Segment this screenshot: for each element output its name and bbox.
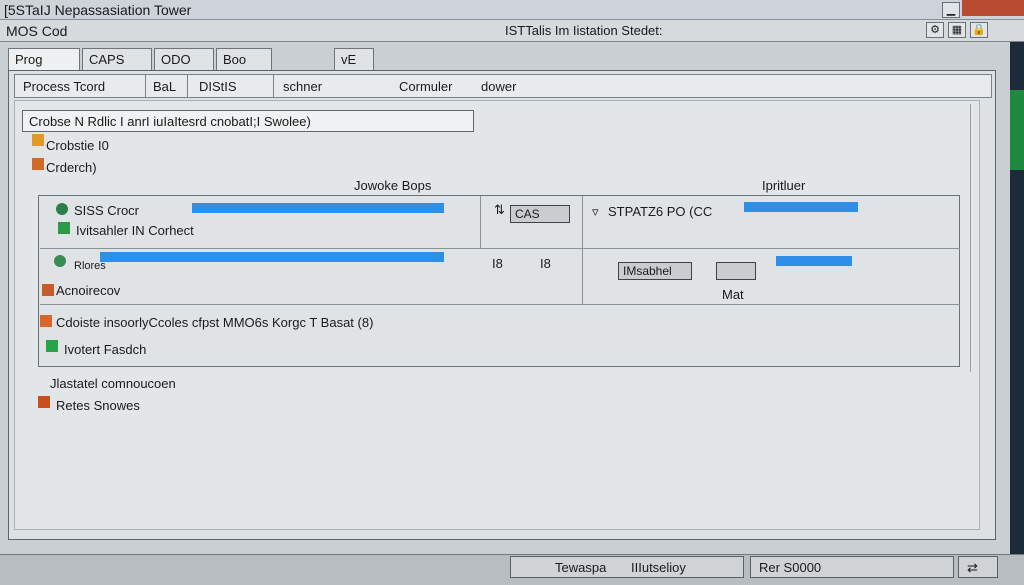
menu-app-label[interactable]: MOS Cod xyxy=(6,23,67,39)
divider xyxy=(40,248,960,249)
status-text: Tewaspa xyxy=(555,560,607,575)
row-label[interactable]: SISS Crocr xyxy=(74,203,139,218)
arrow-icon: ⇅ xyxy=(494,202,505,217)
details-group xyxy=(38,195,960,367)
close-strip[interactable] xyxy=(962,0,1024,16)
side-indicator xyxy=(1010,90,1024,170)
sub-toolbar: Process Tcord BaL DIStIS schner Cormuler… xyxy=(14,74,992,98)
folder-icon xyxy=(32,158,44,170)
subbar-item[interactable]: dower xyxy=(481,79,516,94)
scrollbar[interactable] xyxy=(970,104,978,372)
column-header: Ipritluer xyxy=(762,178,806,193)
warning-icon xyxy=(58,222,70,234)
path-input-value: Crobse N Rdlic I anrI iuIaItesrd cnobatI… xyxy=(29,114,311,129)
title-bar: [5STaIJ Nepassasiation Tower xyxy=(0,0,1024,20)
globe-icon xyxy=(56,203,68,215)
gear-icon[interactable]: ⚙ xyxy=(926,22,944,38)
tab-prog[interactable]: Prog xyxy=(8,48,80,70)
folder-icon xyxy=(38,396,50,408)
row-label[interactable]: Retes Snowes xyxy=(56,398,140,413)
tab-odo[interactable]: ODO xyxy=(154,48,214,70)
tab-label: Boo xyxy=(223,52,247,67)
progress-bar xyxy=(776,256,852,266)
subbar-item[interactable]: schner xyxy=(283,79,322,94)
row-label[interactable]: Jlastatel comnoucoen xyxy=(50,376,176,391)
progress-bar xyxy=(100,252,444,262)
tab-boo[interactable]: Boo xyxy=(216,48,272,70)
value-box[interactable]: CAS xyxy=(510,205,570,223)
row-mark: I8 xyxy=(540,256,551,271)
right-label: STPATZ6 PO (CC xyxy=(608,204,713,219)
value-box[interactable] xyxy=(716,262,756,280)
divider xyxy=(40,304,960,305)
globe-icon xyxy=(54,255,66,267)
chevron-down-icon[interactable]: ▿ xyxy=(592,204,599,220)
status-text: IIIutselioy xyxy=(631,560,686,575)
arrow-icon[interactable]: ⇄ xyxy=(958,556,998,578)
divider xyxy=(480,196,481,248)
divider xyxy=(273,75,274,97)
subbar-item[interactable]: DIStIS xyxy=(199,79,237,94)
row-label[interactable]: Ivitsahler IN Corhect xyxy=(76,223,194,238)
subbar-item[interactable]: Cormuler xyxy=(399,79,452,94)
row-label[interactable]: Cdoiste insoorlyCcoles cfpst MMO6s Korgc… xyxy=(56,315,373,330)
divider xyxy=(145,75,146,97)
subbar-item[interactable]: BaL xyxy=(153,79,176,94)
lock-icon[interactable]: 🔒 xyxy=(970,22,988,38)
subbar-item[interactable]: Process Tcord xyxy=(23,79,105,94)
item-label[interactable]: Crderch) xyxy=(46,160,97,175)
box-caption: Mat xyxy=(722,287,744,302)
tab-label: ODO xyxy=(161,52,191,67)
item-label[interactable]: Crobstie I0 xyxy=(46,138,109,153)
menu-bar: MOS Cod ISTTalis Im Iistation Stedet: ⚙ … xyxy=(0,20,1024,42)
minimize-button[interactable]: ▁ xyxy=(942,2,960,18)
tab-ve[interactable]: vE xyxy=(334,48,374,70)
window-title: [5STaIJ Nepassasiation Tower xyxy=(4,2,192,18)
column-header: Jowoke Bops xyxy=(354,178,432,193)
folder-icon xyxy=(32,134,44,146)
progress-bar xyxy=(744,202,858,212)
tab-label: Prog xyxy=(15,52,43,67)
folder-icon xyxy=(42,284,54,296)
value-box[interactable]: IMsabhel xyxy=(618,262,692,280)
path-input[interactable]: Crobse N Rdlic I anrI iuIaItesrd cnobatI… xyxy=(22,110,474,132)
status-text: Rer S0000 xyxy=(759,560,822,575)
progress-bar xyxy=(192,203,444,213)
warning-icon xyxy=(46,340,58,352)
status-field: Rer S0000 xyxy=(750,556,954,578)
tab-caps[interactable]: CAPS xyxy=(82,48,152,70)
divider xyxy=(582,196,583,304)
divider xyxy=(187,75,188,97)
folder-icon xyxy=(40,315,52,327)
box-label: IMsabhel xyxy=(623,264,672,278)
tab-label: vE xyxy=(341,52,357,67)
tab-label: CAPS xyxy=(89,52,125,67)
status-field: Tewaspa IIIutselioy xyxy=(510,556,744,578)
row-label[interactable]: Ivotert Fasdch xyxy=(64,342,146,357)
row-label[interactable]: Acnoirecov xyxy=(56,283,120,298)
box-label: CAS xyxy=(515,207,540,221)
menu-center-label: ISTTalis Im Iistation Stedet: xyxy=(505,23,663,38)
grid-icon[interactable]: ▦ xyxy=(948,22,966,38)
row-mark: I8 xyxy=(492,256,503,271)
